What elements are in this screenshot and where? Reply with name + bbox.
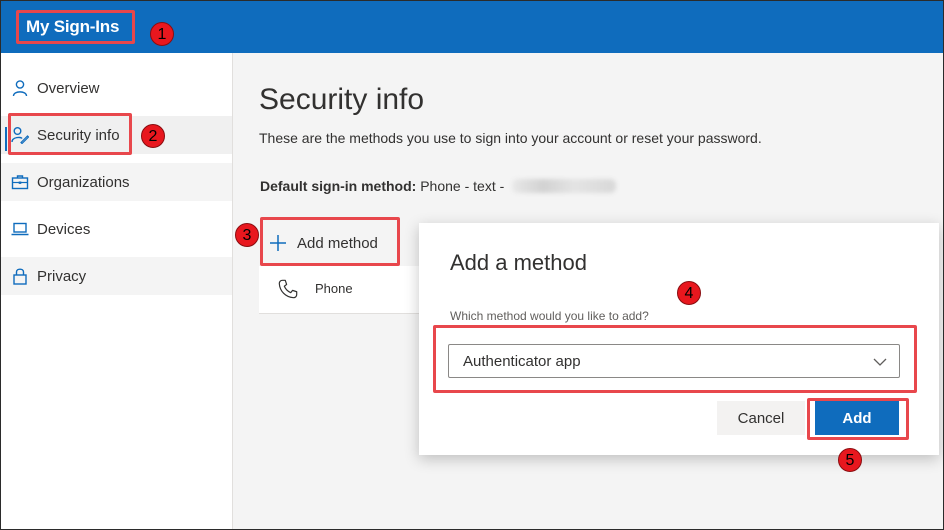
step-badge-3: 3 <box>235 223 259 247</box>
step-badge-1: 1 <box>150 22 174 46</box>
sidebar-item-devices[interactable]: Devices <box>1 210 232 248</box>
redacted-phone-number <box>512 179 617 193</box>
highlight-add-method <box>260 217 400 266</box>
dialog-question: Which method would you like to add? <box>450 309 649 323</box>
sidebar-item-organizations[interactable]: Organizations <box>1 163 232 201</box>
sidebar-item-label: Devices <box>37 220 91 238</box>
sidebar-item-overview[interactable]: Overview <box>1 69 232 107</box>
phone-icon <box>278 279 298 299</box>
method-row-phone: Phone <box>259 266 419 314</box>
step-badge-2: 2 <box>141 124 165 148</box>
highlight-app-title <box>16 10 135 44</box>
sidebar-item-privacy[interactable]: Privacy <box>1 257 232 295</box>
sidebar-item-label: Organizations <box>37 173 130 191</box>
step-badge-5: 5 <box>838 448 862 472</box>
step-badge-4: 4 <box>677 281 701 305</box>
briefcase-icon <box>11 175 29 190</box>
page-title: Security info <box>259 83 425 116</box>
highlight-add-button <box>807 398 909 440</box>
sidebar-item-label: Overview <box>37 79 100 97</box>
page-subtitle: These are the methods you use to sign in… <box>259 130 762 146</box>
cancel-button[interactable]: Cancel <box>717 401 805 435</box>
highlight-method-select <box>433 325 917 393</box>
sidebar-item-label: Privacy <box>37 267 87 285</box>
person-icon <box>12 80 28 97</box>
top-bar: My Sign-Ins <box>1 1 943 53</box>
method-label: Phone <box>315 281 353 296</box>
active-indicator <box>5 127 7 151</box>
app-frame: My Sign-Ins Overview Security info Organ… <box>0 0 944 530</box>
default-method-value: Phone - text - <box>420 178 505 194</box>
laptop-icon <box>11 222 29 236</box>
default-method-label: Default sign-in method: <box>260 178 417 194</box>
lock-icon <box>13 268 27 285</box>
default-sign-in-method: Default sign-in method: Phone - text - <box>260 178 617 194</box>
dialog-title: Add a method <box>450 250 587 275</box>
highlight-security-info <box>8 113 132 155</box>
